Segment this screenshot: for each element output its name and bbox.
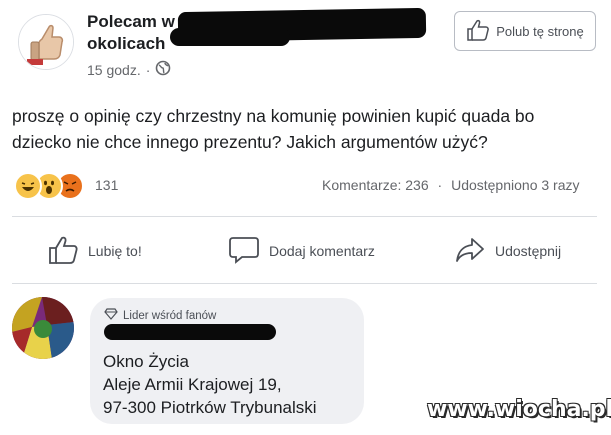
laugh-emoji-icon [14,172,42,200]
comment-line: Okno Życia [103,352,189,371]
divider [12,283,597,284]
post-time[interactable]: 15 godz. [87,62,141,78]
post-text: proszę o opinię czy chrzestny na komunię… [12,106,535,152]
comment-button[interactable]: Dodaj komentarz [229,236,375,266]
post-meta: 15 godz. · [87,60,171,79]
comment-button-label: Dodaj komentarz [269,243,375,259]
comment-line: Aleje Armii Krajowej 19, [103,375,282,394]
like-button[interactable]: Lubię to! [48,236,142,266]
like-page-label: Polub tę stronę [496,23,584,39]
thumbs-up-icon [48,236,78,267]
thumbs-up-hand-icon [19,15,73,69]
comments-count[interactable]: Komentarze: 236 [322,177,429,193]
page-avatar[interactable] [18,14,74,70]
redaction-bar [104,324,276,340]
meta-separator: · [145,61,151,78]
watermark: www.wiocha.pl [427,397,611,422]
thumbs-up-icon [466,19,490,44]
reaction-count[interactable]: 131 [95,177,118,193]
comment-bubble-icon [229,236,259,267]
top-fan-badge: Lider wśród fanów [104,308,216,323]
diamond-icon [104,308,118,323]
commenter-avatar[interactable] [12,297,74,359]
share-button-label: Udostępnij [495,243,562,259]
share-button[interactable]: Udostępnij [455,236,561,266]
post-stats: Komentarze: 236 · Udostępniono 3 razy [322,177,580,193]
share-arrow-icon [455,236,485,267]
comment-line: 97-300 Piotrków Trybunalski [103,398,317,417]
globe-icon [155,60,171,79]
shares-count[interactable]: Udostępniono 3 razy [451,177,579,193]
stats-separator: · [437,177,443,193]
divider [12,216,597,217]
comment-text: Okno Życia Aleje Armii Krajowej 19, 97-3… [103,350,317,419]
top-fan-label: Lider wśród fanów [123,309,217,322]
reactions-icons[interactable] [14,172,84,200]
redaction-bar [170,28,290,46]
like-page-button[interactable]: Polub tę stronę [454,11,596,51]
like-button-label: Lubię to! [88,243,142,259]
